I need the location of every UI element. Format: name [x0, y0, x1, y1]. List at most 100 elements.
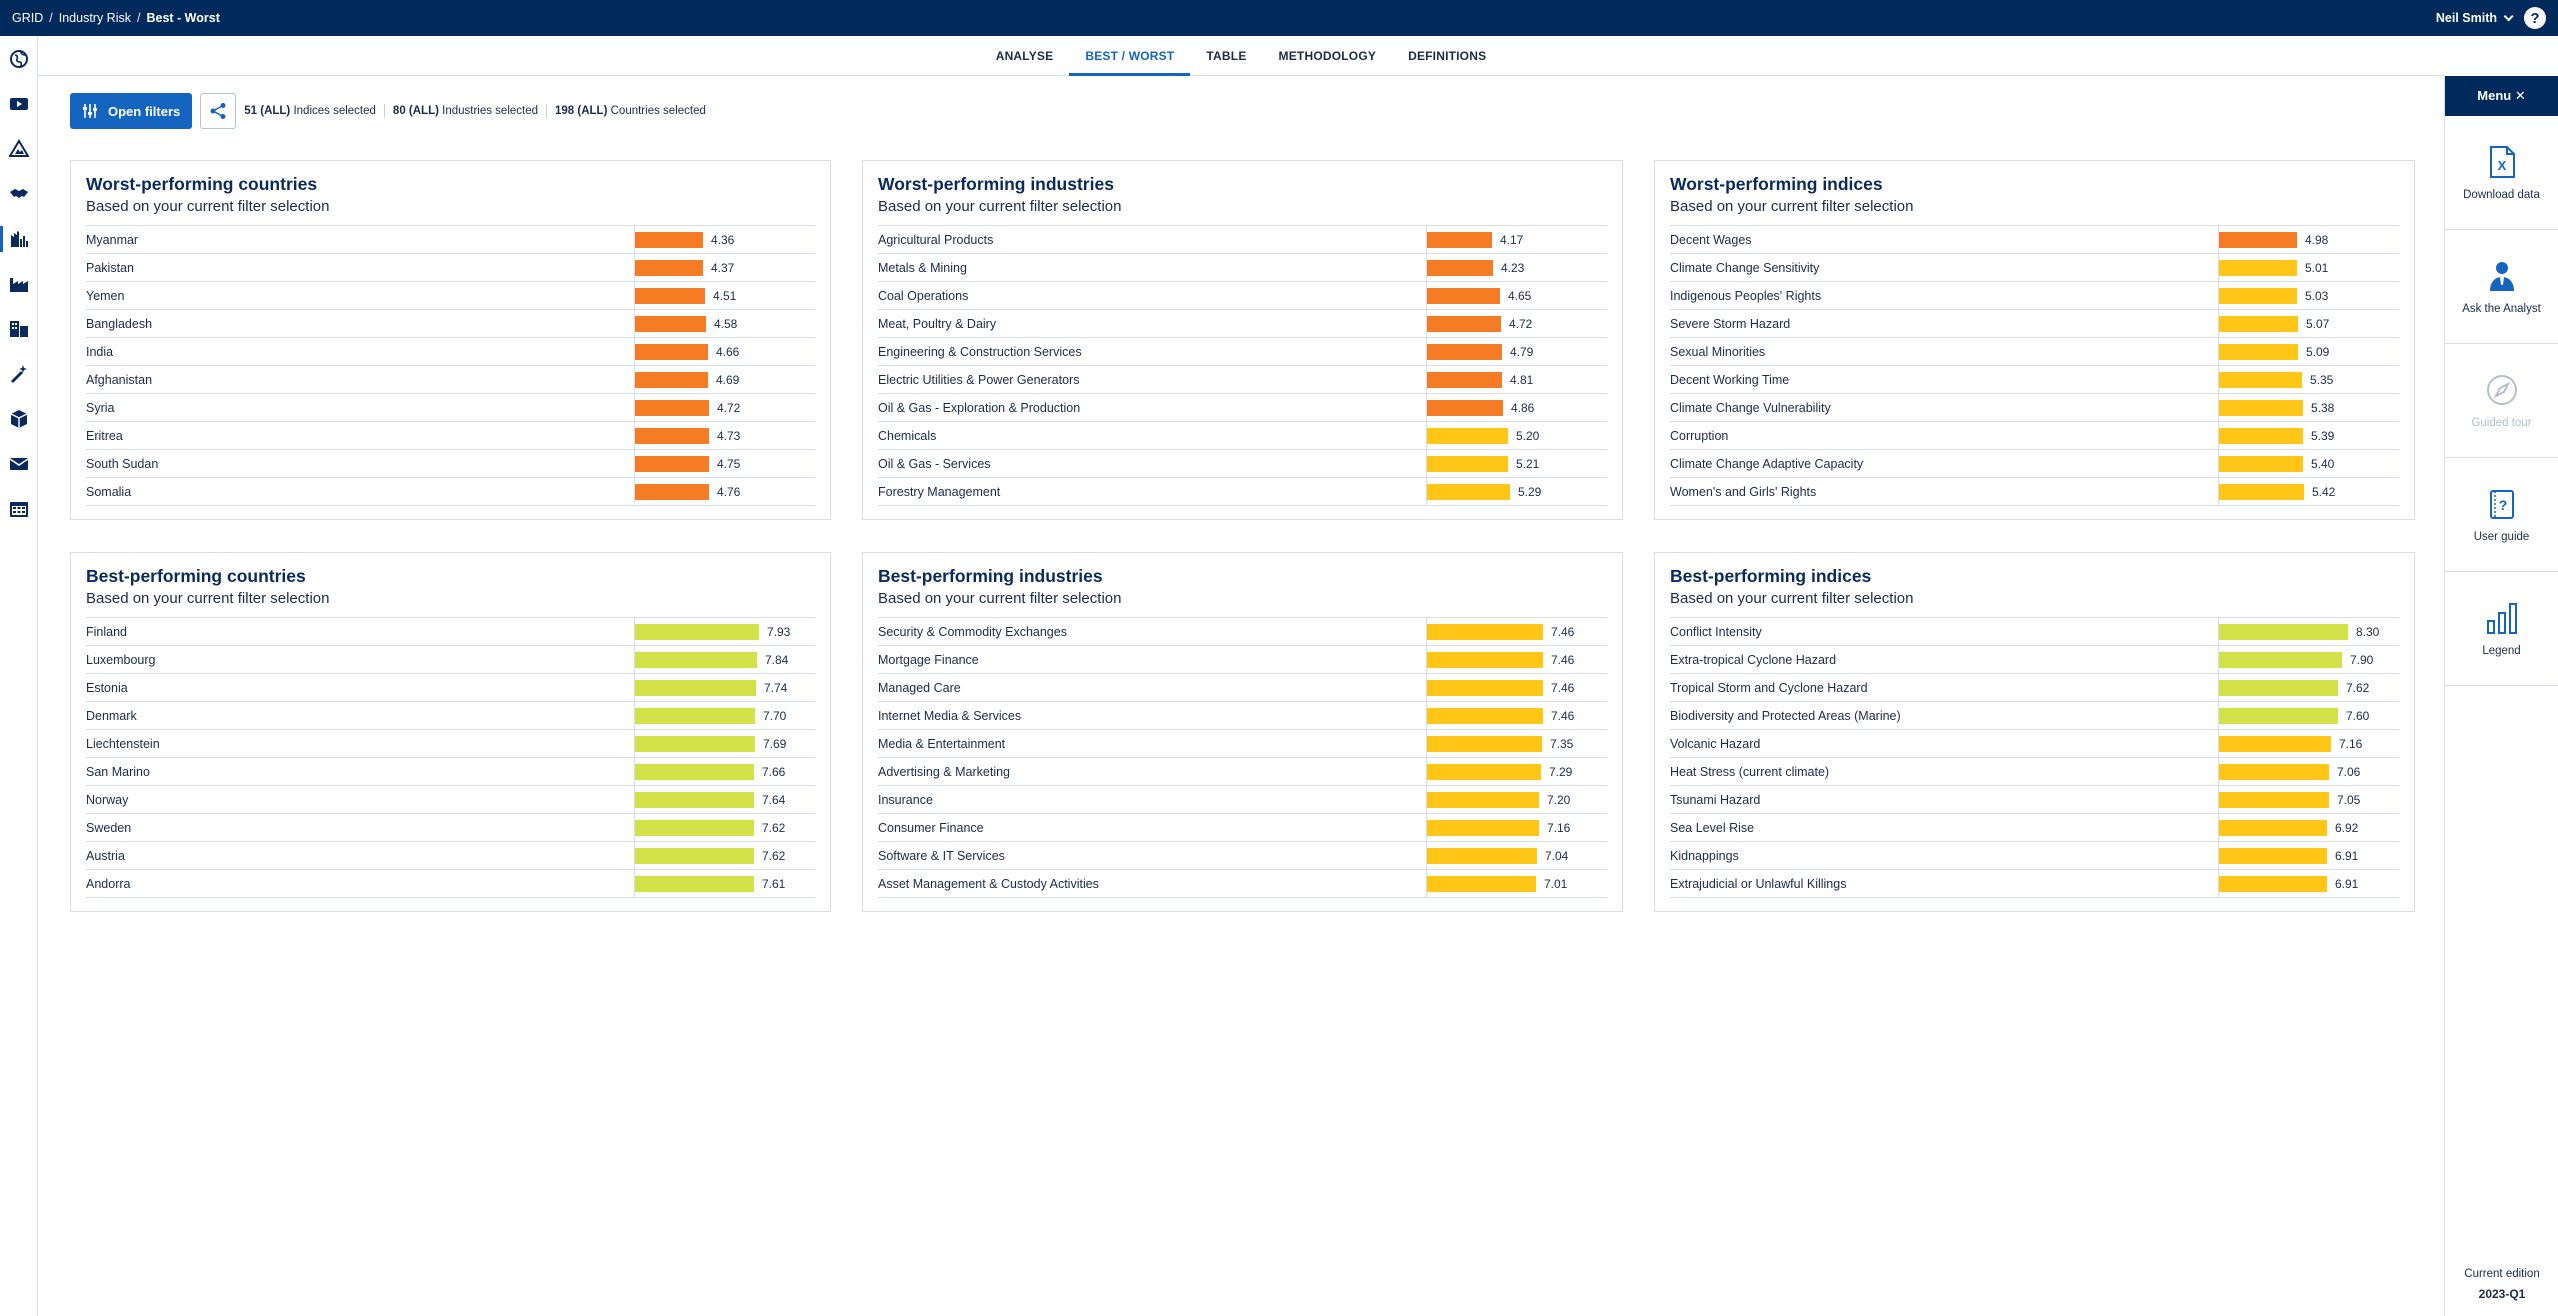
ranking-row[interactable]: Climate Change Sensitivity 5.01	[1670, 253, 2399, 282]
excel-download-icon: X	[2489, 145, 2515, 178]
ranking-row[interactable]: Advertising & Marketing 7.29	[878, 757, 1607, 786]
share-button[interactable]	[200, 93, 237, 129]
ranking-row[interactable]: Liechtenstein 7.69	[86, 729, 815, 758]
ranking-row[interactable]: Extrajudicial or Unlawful Killings 6.91	[1670, 869, 2399, 898]
ranking-row[interactable]: Chemicals 5.20	[878, 421, 1607, 450]
breadcrumb-grid[interactable]: GRID	[12, 11, 43, 25]
tab-methodology[interactable]: METHODOLOGY	[1263, 36, 1393, 75]
ranking-row[interactable]: Tsunami Hazard 7.05	[1670, 785, 2399, 814]
filter-bar: Open filters 51 (ALL) Indices selected 8…	[70, 93, 706, 129]
bar-cell: 7.46	[1426, 701, 1607, 730]
ranking-row[interactable]: Somalia 4.76	[86, 477, 815, 506]
ranking-row[interactable]: Heat Stress (current climate) 7.06	[1670, 757, 2399, 786]
ranking-row[interactable]: South Sudan 4.75	[86, 449, 815, 478]
ranking-row[interactable]: Metals & Mining 4.23	[878, 253, 1607, 282]
globe-icon[interactable]	[0, 36, 38, 81]
ranking-row[interactable]: Managed Care 7.46	[878, 673, 1607, 702]
score-bar	[2219, 819, 2327, 836]
ranking-row[interactable]: San Marino 7.66	[86, 757, 815, 786]
ranking-row[interactable]: Oil & Gas - Services 5.21	[878, 449, 1607, 478]
breadcrumb-industry-risk[interactable]: Industry Risk	[59, 11, 131, 25]
video-icon[interactable]	[0, 81, 38, 126]
ranking-row[interactable]: Coal Operations 4.65	[878, 281, 1607, 310]
tab-best-worst[interactable]: BEST / WORST	[1069, 36, 1191, 76]
package-icon[interactable]	[0, 396, 38, 441]
ranking-row[interactable]: Estonia 7.74	[86, 673, 815, 702]
tab-table[interactable]: TABLE	[1190, 36, 1262, 75]
ranking-row[interactable]: Conflict Intensity 8.30	[1670, 617, 2399, 646]
handshake-icon[interactable]	[0, 171, 38, 216]
ranking-row[interactable]: Forestry Management 5.29	[878, 477, 1607, 506]
ranking-row[interactable]: Decent Wages 4.98	[1670, 225, 2399, 254]
ranking-row[interactable]: Myanmar 4.36	[86, 225, 815, 254]
ranking-row[interactable]: Engineering & Construction Services 4.79	[878, 337, 1607, 366]
ranking-row[interactable]: Climate Change Adaptive Capacity 5.40	[1670, 449, 2399, 478]
magic-wand-icon[interactable]	[0, 351, 38, 396]
ranking-row[interactable]: Kidnappings 6.91	[1670, 841, 2399, 870]
ranking-row[interactable]: Tropical Storm and Cyclone Hazard 7.62	[1670, 673, 2399, 702]
ranking-row[interactable]: India 4.66	[86, 337, 815, 366]
legend-button[interactable]: Legend	[2445, 572, 2558, 686]
ranking-row[interactable]: Consumer Finance 7.16	[878, 813, 1607, 842]
ranking-row[interactable]: Sweden 7.62	[86, 813, 815, 842]
help-icon[interactable]: ?	[2524, 7, 2546, 29]
user-guide-button[interactable]: ? User guide	[2445, 458, 2558, 572]
ranking-row[interactable]: Yemen 4.51	[86, 281, 815, 310]
ranking-row[interactable]: Pakistan 4.37	[86, 253, 815, 282]
ranking-row[interactable]: Mortgage Finance 7.46	[878, 645, 1607, 674]
bar-cell: 4.75	[634, 449, 815, 478]
ranking-row[interactable]: Biodiversity and Protected Areas (Marine…	[1670, 701, 2399, 730]
ranking-row[interactable]: Bangladesh 4.58	[86, 309, 815, 338]
ranking-row[interactable]: Norway 7.64	[86, 785, 815, 814]
ranking-row[interactable]: Media & Entertainment 7.35	[878, 729, 1607, 758]
ranking-row[interactable]: Women's and Girls' Rights 5.42	[1670, 477, 2399, 506]
score-bar	[2219, 315, 2298, 332]
ranking-row[interactable]: Software & IT Services 7.04	[878, 841, 1607, 870]
ranking-row[interactable]: Security & Commodity Exchanges 7.46	[878, 617, 1607, 646]
industry-risk-icon[interactable]	[0, 216, 38, 261]
tab-definitions[interactable]: DEFINITIONS	[1392, 36, 1502, 75]
user-menu[interactable]: Neil Smith	[2436, 10, 2514, 25]
score-value: 4.69	[716, 372, 740, 387]
ask-analyst-button[interactable]: Ask the Analyst	[2445, 230, 2558, 344]
score-value: 7.04	[1545, 848, 1569, 863]
ranking-row[interactable]: Syria 4.72	[86, 393, 815, 422]
ranking-row[interactable]: Internet Media & Services 7.46	[878, 701, 1607, 730]
ranking-row[interactable]: Sea Level Rise 6.92	[1670, 813, 2399, 842]
ranking-row[interactable]: Indigenous Peoples' Rights 5.03	[1670, 281, 2399, 310]
calendar-icon[interactable]	[0, 486, 38, 531]
factory-icon[interactable]	[0, 261, 38, 306]
ranking-row[interactable]: Climate Change Vulnerability 5.38	[1670, 393, 2399, 422]
ranking-row[interactable]: Extra-tropical Cyclone Hazard 7.90	[1670, 645, 2399, 674]
mail-icon[interactable]	[0, 441, 38, 486]
ranking-row[interactable]: Insurance 7.20	[878, 785, 1607, 814]
ranking-row[interactable]: Finland 7.93	[86, 617, 815, 646]
guided-tour-button[interactable]: Guided tour	[2445, 344, 2558, 458]
ranking-row[interactable]: Luxembourg 7.84	[86, 645, 815, 674]
hazard-icon[interactable]	[0, 126, 38, 171]
ranking-row[interactable]: Meat, Poultry & Dairy 4.72	[878, 309, 1607, 338]
open-filters-button[interactable]: Open filters	[70, 93, 193, 129]
ranking-row[interactable]: Severe Storm Hazard 5.07	[1670, 309, 2399, 338]
ranking-row[interactable]: Corruption 5.39	[1670, 421, 2399, 450]
ranking-row[interactable]: Volcanic Hazard 7.16	[1670, 729, 2399, 758]
ranking-row[interactable]: Andorra 7.61	[86, 869, 815, 898]
tab-analyse[interactable]: ANALYSE	[980, 36, 1070, 75]
ranking-row[interactable]: Afghanistan 4.69	[86, 365, 815, 394]
ranking-row[interactable]: Sexual Minorities 5.09	[1670, 337, 2399, 366]
bar-cell: 4.23	[1426, 253, 1607, 282]
ranking-row[interactable]: Decent Working Time 5.35	[1670, 365, 2399, 394]
ranking-row[interactable]: Electric Utilities & Power Generators 4.8…	[878, 365, 1607, 394]
ranking-row[interactable]: Denmark 7.70	[86, 701, 815, 730]
ranking-row[interactable]: Oil & Gas - Exploration & Production 4.86	[878, 393, 1607, 422]
card-title: Worst-performing countries	[86, 174, 318, 194]
ranking-row[interactable]: Asset Management & Custody Activities 7.0…	[878, 869, 1607, 898]
ranking-row[interactable]: Austria 7.62	[86, 841, 815, 870]
menu-toggle-button[interactable]: Menu ✕	[2445, 76, 2558, 116]
ranking-row[interactable]: Eritrea 4.73	[86, 421, 815, 450]
download-data-button[interactable]: X Download data	[2445, 116, 2558, 230]
buildings-icon[interactable]	[0, 306, 38, 351]
ranking-row[interactable]: Agricultural Products 4.17	[878, 225, 1607, 254]
row-name: Luxembourg	[86, 652, 156, 667]
score-bar	[635, 371, 708, 388]
